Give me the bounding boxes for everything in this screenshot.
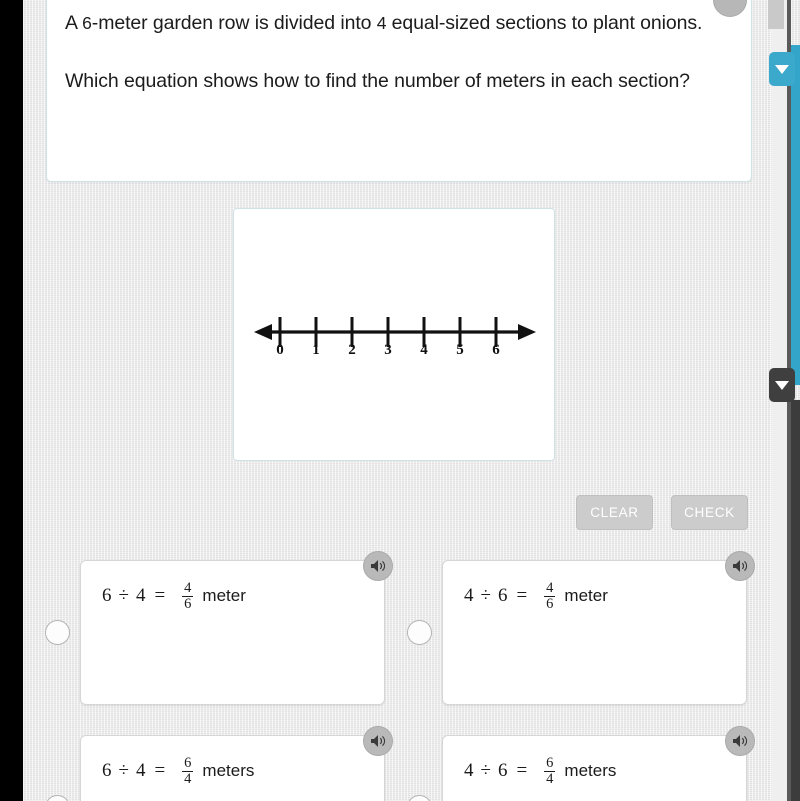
choice-c-right-operand: 4 [135,759,147,781]
choice-c-fraction-denominator: 4 [182,771,194,788]
choice-b-right-operand: 6 [497,584,509,606]
left-letterbox-bar [0,0,23,801]
tick-label-1: 1 [312,342,320,358]
question-text-prefix: A [65,12,83,34]
answer-choice-b-text: 4 ÷ 6 = 4 6 meter [443,561,746,611]
speaker-icon [370,735,385,747]
blue-scroll-down-tab[interactable] [769,52,795,86]
vertical-scrollbar-thumb[interactable] [768,0,784,29]
choice-d-unit: meters [564,760,617,780]
choice-b-fraction: 4 6 [544,580,556,613]
number-line-tick-labels: 0 1 2 3 4 5 6 [252,342,538,364]
choice-b-operator: ÷ [480,584,492,606]
check-button[interactable]: CHECK [671,495,748,530]
choice-d-fraction-denominator: 4 [544,771,556,788]
radio-button-choice-a[interactable] [45,620,70,645]
answer-choice-b[interactable]: 4 ÷ 6 = 4 6 meter [442,560,747,705]
tick-label-6: 6 [492,342,500,358]
question-paragraph-1: A 6-meter garden row is divided into 4 e… [65,7,727,40]
answer-choice-c-text: 6 ÷ 4 = 6 4 meters [81,736,384,786]
choice-d-fraction: 6 4 [544,755,556,788]
tick-label-3: 3 [384,342,392,358]
answer-choice-c[interactable]: 6 ÷ 4 = 6 4 meters [80,735,385,801]
speaker-icon [732,735,747,747]
dark-scroll-down-tab[interactable] [769,368,795,402]
speaker-icon-choice-a[interactable] [363,551,393,581]
choice-a-fraction-denominator: 6 [182,596,194,613]
answer-choice-a-text: 6 ÷ 4 = 4 6 meter [81,561,384,611]
chevron-down-icon [775,64,789,74]
answer-choice-d[interactable]: 4 ÷ 6 = 6 4 meters [442,735,747,801]
answer-choice-d-text: 4 ÷ 6 = 6 4 meters [443,736,746,786]
choice-c-left-operand: 6 [102,759,113,781]
speaker-icon-choice-b[interactable] [725,551,755,581]
choice-a-right-operand: 4 [135,584,147,606]
answer-choice-a[interactable]: 6 ÷ 4 = 4 6 meter [80,560,385,705]
choice-b-fraction-denominator: 6 [544,596,556,613]
choice-d-left-operand: 4 [464,759,475,781]
choice-d-fraction-numerator: 6 [546,755,554,771]
choice-a-fraction: 4 6 [182,580,194,613]
question-text-suffix: equal-sized sections to plant onions. [386,12,703,34]
choice-a-unit: meter [202,585,246,605]
question-text-mid: -meter garden row is divided into [91,12,377,34]
choice-d-equals: = [516,759,529,781]
choice-d-right-operand: 6 [497,759,509,781]
choice-c-operator: ÷ [118,759,130,781]
action-button-row: CLEAR CHECK [576,495,748,530]
choice-b-unit: meter [564,585,608,605]
question-paragraph-2: Which equation shows how to find the num… [65,70,690,92]
chevron-down-icon [775,380,789,390]
speaker-icon [370,560,385,572]
choice-b-equals: = [516,584,529,606]
choice-c-equals: = [154,759,167,781]
choice-a-left-operand: 6 [102,584,113,606]
question-number-4: 4 [376,13,387,33]
tick-label-5: 5 [456,342,464,358]
choice-a-operator: ÷ [118,584,130,606]
choice-c-fraction-numerator: 6 [184,755,192,771]
blue-accent-bar [791,45,800,385]
question-card: A 6-meter garden row is divided into 4 e… [46,0,752,182]
dark-edge-bar [791,400,800,801]
choice-d-operator: ÷ [480,759,492,781]
tick-label-4: 4 [420,342,428,358]
choice-c-fraction: 6 4 [182,755,194,788]
choice-c-unit: meters [202,760,255,780]
choice-a-fraction-numerator: 4 [184,580,192,596]
choice-b-left-operand: 4 [464,584,475,606]
choice-a-equals: = [154,584,167,606]
radio-button-choice-b[interactable] [407,620,432,645]
choice-b-fraction-numerator: 4 [546,580,554,596]
tick-label-0: 0 [276,342,284,358]
speaker-icon-choice-d[interactable] [725,726,755,756]
tick-label-2: 2 [348,342,356,358]
number-line: 0 1 2 3 4 5 6 [252,302,538,382]
diagram-card: 0 1 2 3 4 5 6 [233,208,555,461]
question-number-6: 6 [82,13,92,33]
speaker-icon [732,560,747,572]
speaker-icon-choice-c[interactable] [363,726,393,756]
clear-button[interactable]: CLEAR [576,495,653,530]
